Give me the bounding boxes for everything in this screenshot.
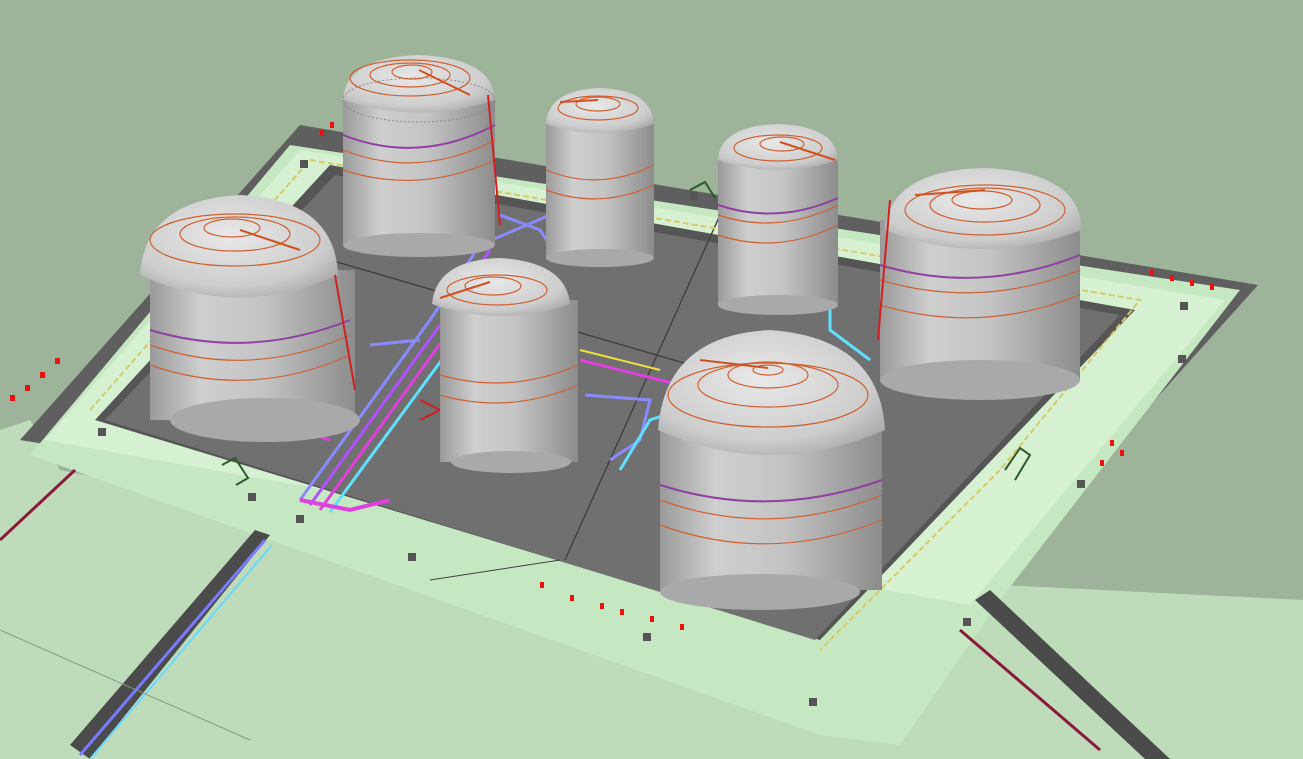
storage-tank-6[interactable] xyxy=(432,258,579,473)
storage-tank-3[interactable] xyxy=(717,124,839,315)
3d-viewport[interactable] xyxy=(0,0,1303,759)
tank-farm-scene[interactable] xyxy=(0,0,1303,759)
storage-tank-2[interactable] xyxy=(545,88,655,267)
storage-tank-7[interactable] xyxy=(658,330,885,610)
storage-tank-1[interactable] xyxy=(342,55,501,257)
storage-tank-4[interactable] xyxy=(877,168,1082,400)
